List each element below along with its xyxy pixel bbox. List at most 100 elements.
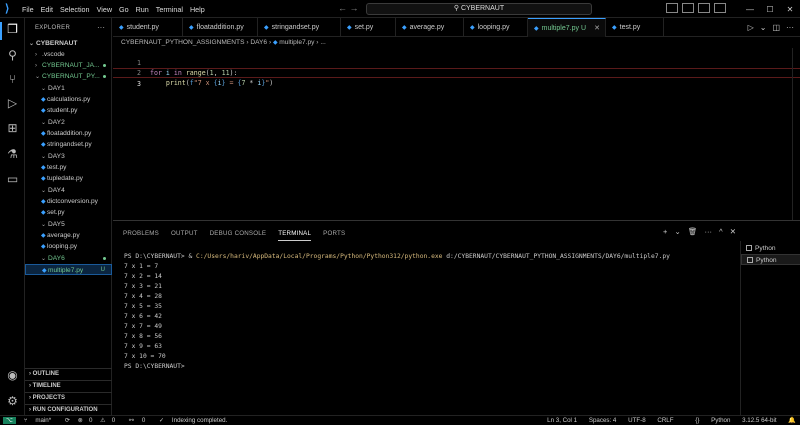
tab-debug-console[interactable]: DEBUG CONSOLE xyxy=(210,230,267,237)
terminal-instance-active[interactable]: Python xyxy=(741,254,800,265)
account-icon[interactable]: ◉ xyxy=(5,368,20,383)
tab-floataddition[interactable]: ◆ floataddition.py xyxy=(183,18,258,37)
tree-item[interactable]: ⌄ DAY1 xyxy=(25,83,112,94)
breadcrumb-folder[interactable]: CYBERNAUT_PYTHON_ASSIGNMENTS xyxy=(121,39,244,46)
menu-go[interactable]: Go xyxy=(119,5,129,14)
tree-item[interactable]: ◆floataddition.py xyxy=(25,128,112,139)
chevron-down-icon[interactable]: ⌄ xyxy=(674,227,680,236)
tree-item[interactable]: ◆test.py xyxy=(25,162,112,173)
language-mode[interactable]: {} Python xyxy=(685,417,730,424)
split-editor-icon[interactable]: ◫ xyxy=(772,23,780,32)
cursor-position[interactable]: Ln 3, Col 1 xyxy=(547,417,577,424)
tree-item[interactable]: ◆calculations.py xyxy=(25,94,112,105)
run-debug-icon[interactable]: ▷ xyxy=(5,96,20,111)
tab-multiple7[interactable]: ◆ multiple7.py U ✕ xyxy=(528,18,606,37)
tree-item[interactable]: ◆dictconversion.py xyxy=(25,196,112,207)
section-timeline[interactable]: › TIMELINE xyxy=(25,380,112,391)
menu-terminal[interactable]: Terminal xyxy=(156,5,183,14)
minimize-icon[interactable]: — xyxy=(740,5,760,14)
tree-item[interactable]: ◆tupledate.py xyxy=(25,173,112,184)
close-icon[interactable]: ✕ xyxy=(780,5,800,14)
breadcrumb-folder[interactable]: DAY6 xyxy=(250,39,267,46)
ports-indicator[interactable]: ⚯ 0 xyxy=(129,417,151,424)
tree-item[interactable]: ⌄ DAY5 xyxy=(25,219,112,230)
menu-view[interactable]: View xyxy=(97,5,112,14)
source-control-icon[interactable]: ⑂ xyxy=(5,72,20,87)
back-arrow-icon[interactable]: ← xyxy=(338,3,347,13)
maximize-icon[interactable]: ☐ xyxy=(760,5,780,14)
menu-selection[interactable]: Selection xyxy=(60,5,90,14)
tab-looping[interactable]: ◆ looping.py xyxy=(464,18,528,37)
tab-problems[interactable]: PROBLEMS xyxy=(123,230,159,237)
tree-item[interactable]: › .vscode xyxy=(25,49,112,60)
sync-icon[interactable]: ⟳ xyxy=(65,417,70,424)
workspace-root[interactable]: ⌄ CYBERNAUT xyxy=(25,38,112,49)
forward-arrow-icon[interactable]: → xyxy=(350,3,359,13)
tab-test[interactable]: ◆ test.py xyxy=(606,18,664,37)
close-tab-icon[interactable]: ✕ xyxy=(594,19,600,38)
testing-icon[interactable]: ⚗ xyxy=(5,147,20,162)
tree-item[interactable]: ⌄ DAY6 xyxy=(25,253,112,264)
customize-layout-icon[interactable] xyxy=(714,3,726,13)
menu-file[interactable]: File xyxy=(22,5,34,14)
tab-stringandset[interactable]: ◆ stringandset.py xyxy=(258,18,341,37)
run-python-icon[interactable]: ▷ xyxy=(748,23,754,32)
tree-item[interactable]: ◆stringandset.py xyxy=(25,139,112,150)
menu-edit[interactable]: Edit xyxy=(41,5,53,14)
terminal-command-line: PS D:\CYBERNAUT> & C:/Users/hariv/AppDat… xyxy=(124,252,724,262)
tab-terminal[interactable]: TERMINAL xyxy=(278,226,312,241)
run-dropdown-icon[interactable]: ⌄ xyxy=(760,23,767,32)
tree-item[interactable]: ◆set.py xyxy=(25,207,112,218)
more-actions-icon[interactable]: ··· xyxy=(97,23,105,32)
breadcrumb-file[interactable]: multiple7.py xyxy=(279,39,314,46)
notifications-bell-icon[interactable]: 🔔 xyxy=(788,417,796,424)
tree-item-selected[interactable]: ◆multiple7.py U xyxy=(25,264,112,275)
command-center-search[interactable]: ⚲ CYBERNAUT xyxy=(366,3,592,15)
tree-item[interactable]: › CYBERNAUT_JA... xyxy=(25,60,112,71)
terminal-instance[interactable]: Python xyxy=(741,243,800,254)
toggle-panel-icon[interactable] xyxy=(682,3,694,13)
code-editor[interactable]: 1 for i in range(1, 11): 2 print(f"7 x {… xyxy=(113,48,800,220)
tree-item[interactable]: ⌄ DAY4 xyxy=(25,185,112,196)
maximize-panel-icon[interactable]: ^ xyxy=(719,227,723,236)
tree-item[interactable]: ◆student.py xyxy=(25,105,112,116)
search-icon[interactable]: ⚲ xyxy=(5,48,20,63)
indentation[interactable]: Spaces: 4 xyxy=(589,417,617,424)
tab-output[interactable]: OUTPUT xyxy=(171,230,198,237)
more-actions-icon[interactable]: ··· xyxy=(704,227,712,236)
toggle-sidebar-icon[interactable] xyxy=(666,3,678,13)
section-run-configuration[interactable]: › RUN CONFIGURATION xyxy=(25,404,112,415)
manage-gear-icon[interactable]: ⚙ xyxy=(5,394,20,409)
tab-ports[interactable]: PORTS xyxy=(323,230,345,237)
tree-item[interactable]: ◆looping.py xyxy=(25,241,112,252)
new-terminal-icon[interactable]: + xyxy=(663,227,667,236)
trash-icon[interactable]: 🗑 xyxy=(688,227,698,236)
close-panel-icon[interactable]: ✕ xyxy=(730,227,736,236)
remote-indicator-icon[interactable]: ⌥ xyxy=(3,417,17,424)
tree-item[interactable]: ⌄ CYBERNAUT_PY... xyxy=(25,71,112,82)
tab-student[interactable]: ◆ student.py xyxy=(113,18,183,37)
problems-indicator[interactable]: ⊗ 0 ⚠ 0 xyxy=(78,417,121,424)
remote-explorer-icon[interactable]: ▭ xyxy=(5,172,20,187)
menu-help[interactable]: Help xyxy=(190,5,205,14)
section-outline[interactable]: › OUTLINE xyxy=(25,368,112,379)
breadcrumb-symbol[interactable]: ... xyxy=(320,39,326,46)
branch-indicator[interactable]: ⑂ main* xyxy=(24,417,57,424)
python-interpreter[interactable]: 3.12.5 64-bit xyxy=(742,417,776,424)
tree-item[interactable]: ⌄ DAY3 xyxy=(25,151,112,162)
terminal-output[interactable]: PS D:\CYBERNAUT> & C:/Users/hariv/AppDat… xyxy=(124,252,724,372)
end-of-line[interactable]: CRLF xyxy=(657,417,673,424)
tree-item[interactable]: ⌄ DAY2 xyxy=(25,117,112,128)
more-actions-icon[interactable]: ··· xyxy=(786,23,794,32)
tree-item-label: average.py xyxy=(47,232,80,239)
tree-item[interactable]: ◆average.py xyxy=(25,230,112,241)
tab-set[interactable]: ◆ set.py xyxy=(341,18,396,37)
tab-average[interactable]: ◆ average.py xyxy=(396,18,464,37)
encoding[interactable]: UTF-8 xyxy=(628,417,646,424)
toggle-secondary-sidebar-icon[interactable] xyxy=(698,3,710,13)
explorer-icon[interactable]: ❐ xyxy=(5,22,20,37)
menu-run[interactable]: Run xyxy=(136,5,149,14)
extensions-icon[interactable]: ⊞ xyxy=(5,121,20,136)
section-projects[interactable]: › PROJECTS xyxy=(25,392,112,403)
editor-scrollbar[interactable] xyxy=(792,48,800,220)
